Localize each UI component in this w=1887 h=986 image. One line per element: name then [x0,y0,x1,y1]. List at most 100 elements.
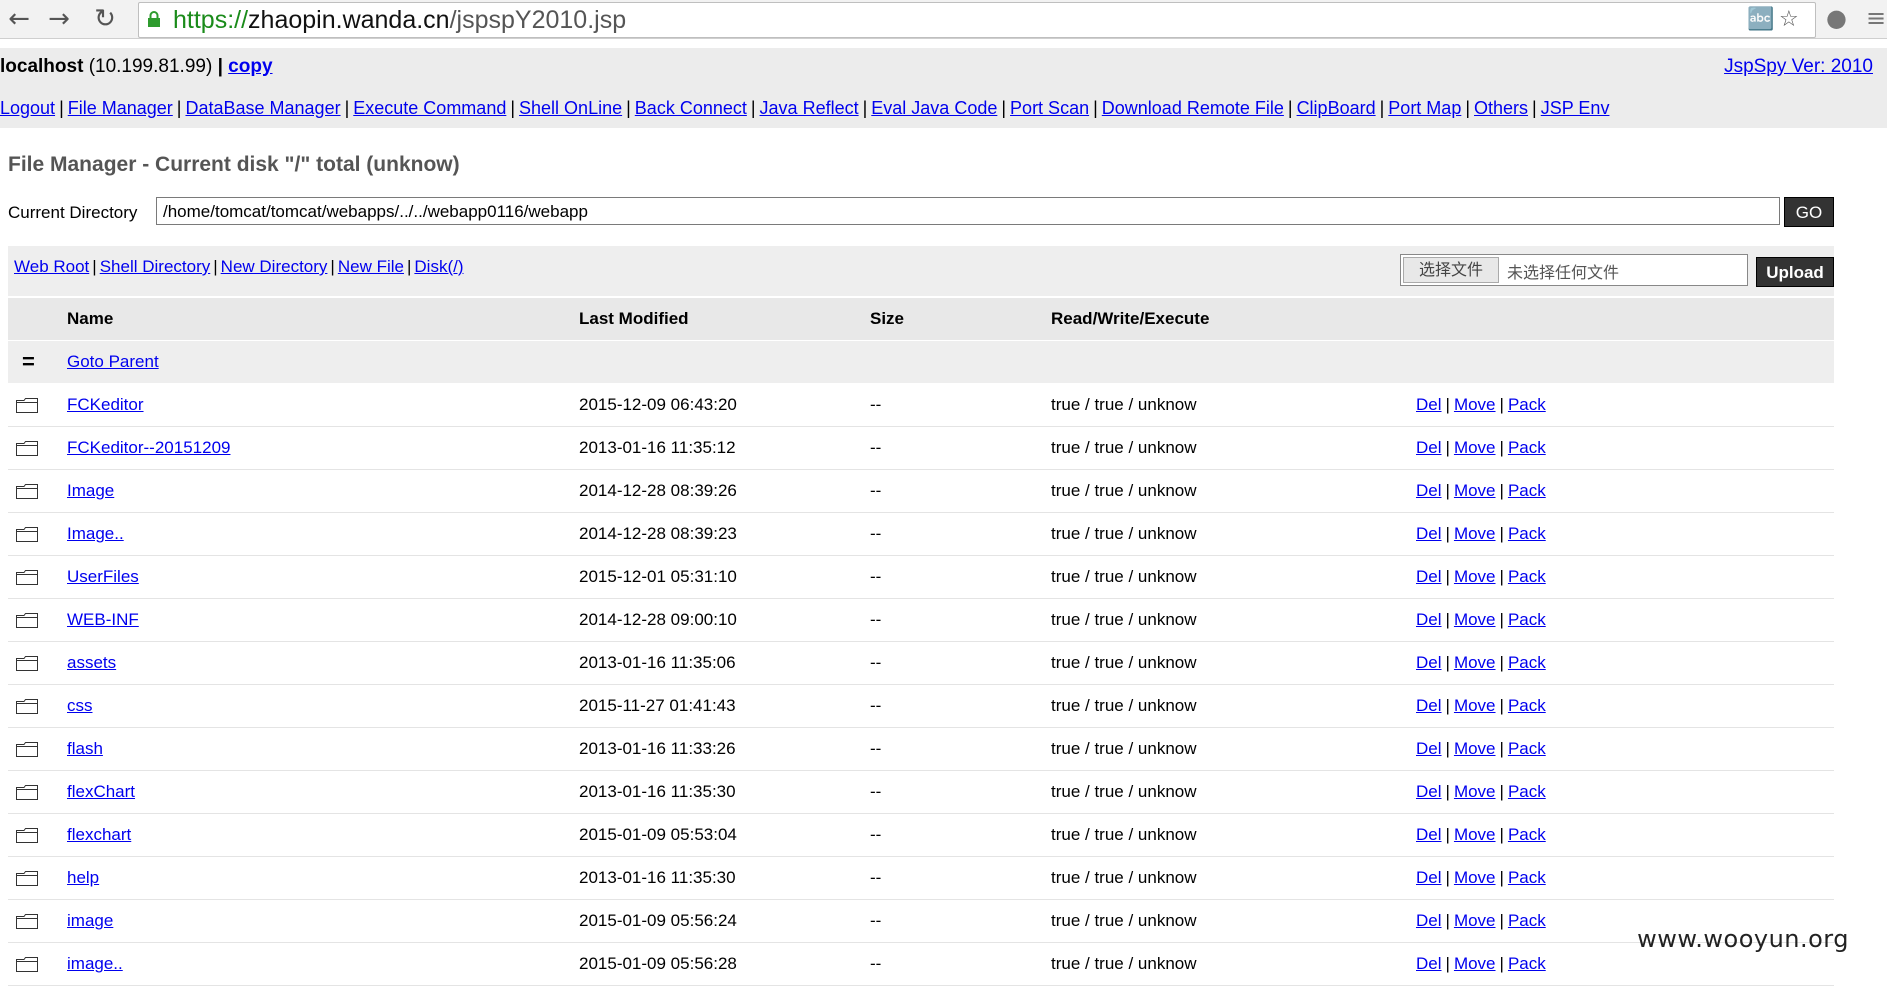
row-actions: Del | Move | Pack [1416,728,1546,770]
move-link[interactable]: Move [1454,438,1496,457]
del-link[interactable]: Del [1416,395,1442,414]
pack-link[interactable]: Pack [1508,696,1546,715]
star-icon[interactable]: ☆ [1779,9,1799,31]
del-link[interactable]: Del [1416,524,1442,543]
menu-item-others[interactable]: Others [1474,98,1528,118]
move-link[interactable]: Move [1454,395,1496,414]
pack-link[interactable]: Pack [1508,567,1546,586]
pack-link[interactable]: Pack [1508,868,1546,887]
del-link[interactable]: Del [1416,825,1442,844]
file-name-link[interactable]: Image [67,470,114,512]
pack-link[interactable]: Pack [1508,481,1546,500]
del-link[interactable]: Del [1416,567,1442,586]
pack-link[interactable]: Pack [1508,610,1546,629]
menu-item-logout[interactable]: Logout [0,98,55,118]
pack-link[interactable]: Pack [1508,911,1546,930]
menu-item-port-map[interactable]: Port Map [1388,98,1461,118]
menu-item-clipboard[interactable]: ClipBoard [1297,98,1376,118]
file-upload-input[interactable]: 选择文件 未选择任何文件 [1400,254,1748,286]
file-name-link[interactable]: image [67,900,113,942]
move-link[interactable]: Move [1454,653,1496,672]
del-link[interactable]: Del [1416,911,1442,930]
menu-icon[interactable]: ≡ [1866,4,1886,32]
file-name-link[interactable]: WEB-INF [67,599,139,641]
file-permissions: true / true / unknow [1051,524,1197,543]
menu-item-eval-java-code[interactable]: Eval Java Code [871,98,997,118]
file-name-link[interactable]: css [67,685,93,727]
file-name-link[interactable]: image.. [67,943,123,985]
action-separator: | [1445,696,1450,715]
action-separator: | [1499,825,1504,844]
upload-button[interactable]: Upload [1756,257,1834,287]
move-link[interactable]: Move [1454,782,1496,801]
goto-parent-link[interactable]: Goto Parent [67,341,159,383]
forward-arrow-icon[interactable]: → [44,4,74,34]
file-name-link[interactable]: UserFiles [67,556,139,598]
choose-file-button[interactable]: 选择文件 [1403,257,1499,283]
move-link[interactable]: Move [1454,911,1496,930]
file-name-link[interactable]: FCKeditor [67,384,144,426]
del-link[interactable]: Del [1416,481,1442,500]
address-bar[interactable]: https://zhaopin.wanda.cn/jspspY2010.jsp … [138,2,1816,38]
file-name-link[interactable]: flexChart [67,771,135,813]
move-link[interactable]: Move [1454,610,1496,629]
file-name-link[interactable]: Image.. [67,513,124,555]
move-link[interactable]: Move [1454,481,1496,500]
file-name-link[interactable]: flexchart [67,814,131,856]
file-name-link[interactable]: flash [67,728,103,770]
current-directory-label: Current Directory [8,203,138,222]
del-link[interactable]: Del [1416,696,1442,715]
copy-link[interactable]: copy [228,56,272,77]
pack-link[interactable]: Pack [1508,825,1546,844]
back-arrow-icon[interactable]: ← [4,4,34,34]
move-link[interactable]: Move [1454,868,1496,887]
del-link[interactable]: Del [1416,739,1442,758]
move-link[interactable]: Move [1454,825,1496,844]
toolbar-link-new-directory[interactable]: New Directory [221,257,328,276]
del-link[interactable]: Del [1416,782,1442,801]
menu-item-execute-command[interactable]: Execute Command [353,98,506,118]
pack-link[interactable]: Pack [1508,395,1546,414]
version-link[interactable]: JspSpy Ver: 2010 [1724,56,1873,78]
del-link[interactable]: Del [1416,954,1442,973]
toolbar-link-shell-directory[interactable]: Shell Directory [100,257,211,276]
move-link[interactable]: Move [1454,696,1496,715]
move-link[interactable]: Move [1454,524,1496,543]
file-name-link[interactable]: assets [67,642,116,684]
del-link[interactable]: Del [1416,868,1442,887]
current-directory-input[interactable]: /home/tomcat/tomcat/webapps/../../webapp… [156,197,1780,225]
pack-link[interactable]: Pack [1508,653,1546,672]
menu-item-java-reflect[interactable]: Java Reflect [760,98,859,118]
globe-icon[interactable]: ● [1826,4,1847,32]
file-name-link[interactable]: FCKeditor--20151209 [67,427,230,469]
pack-link[interactable]: Pack [1508,954,1546,973]
reload-icon[interactable]: ↻ [90,4,120,34]
move-link[interactable]: Move [1454,567,1496,586]
menu-item-shell-online[interactable]: Shell OnLine [519,98,622,118]
del-link[interactable]: Del [1416,438,1442,457]
toolbar-separator: | [92,257,97,276]
menu-item-download-remote-file[interactable]: Download Remote File [1102,98,1284,118]
pack-link[interactable]: Pack [1508,782,1546,801]
pack-link[interactable]: Pack [1508,438,1546,457]
menu-item-port-scan[interactable]: Port Scan [1010,98,1089,118]
toolbar-link-new-file[interactable]: New File [338,257,404,276]
translate-icon[interactable]: 🔤 [1747,9,1774,31]
toolbar-link-web-root[interactable]: Web Root [14,257,89,276]
del-link[interactable]: Del [1416,610,1442,629]
menu-item-back-connect[interactable]: Back Connect [635,98,747,118]
toolbar-link-disk[interactable]: Disk(/) [414,257,463,276]
menu-item-database-manager[interactable]: DataBase Manager [185,98,340,118]
del-link[interactable]: Del [1416,653,1442,672]
move-link[interactable]: Move [1454,954,1496,973]
menu-item-jsp-env[interactable]: JSP Env [1541,98,1610,118]
pack-link[interactable]: Pack [1508,739,1546,758]
file-name-link[interactable]: help [67,857,99,899]
pack-link[interactable]: Pack [1508,524,1546,543]
move-link[interactable]: Move [1454,739,1496,758]
file-modified: 2015-12-01 05:31:10 [579,567,737,586]
action-separator: | [1445,395,1450,414]
go-button[interactable]: GO [1784,197,1834,227]
menu-item-file-manager[interactable]: File Manager [68,98,173,118]
row-actions: Del | Move | Pack [1416,900,1546,942]
